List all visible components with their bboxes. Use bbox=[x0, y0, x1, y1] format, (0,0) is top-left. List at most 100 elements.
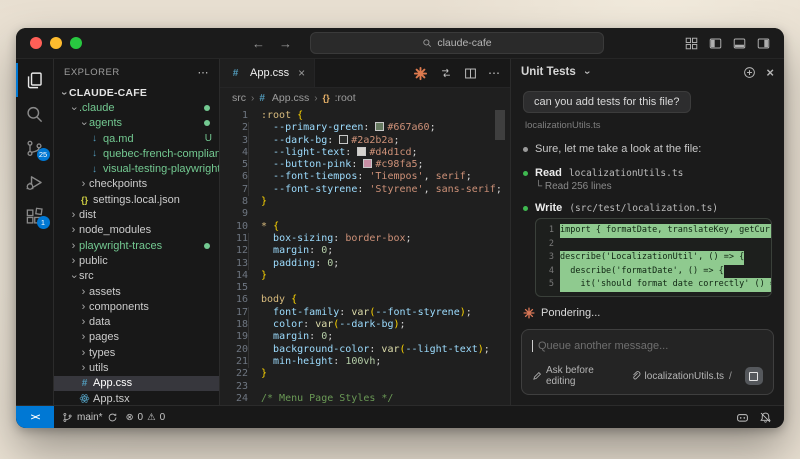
tree-item-visual-testing-playwright-[interactable]: ↓visual-testing-playwright...U bbox=[54, 161, 219, 176]
text-caret bbox=[532, 340, 533, 352]
minimize-window-button[interactable] bbox=[50, 37, 62, 49]
tree-item-src[interactable]: › src bbox=[54, 269, 219, 284]
editor-more-actions-icon[interactable]: ⋯ bbox=[488, 66, 500, 80]
tree-item-public[interactable]: › public bbox=[54, 253, 219, 268]
edit-mode-selector[interactable]: Ask before editing bbox=[532, 365, 618, 387]
line-content: } bbox=[261, 368, 268, 380]
toggle-secondary-sidebar-icon[interactable] bbox=[757, 37, 770, 50]
stop-button[interactable] bbox=[744, 367, 763, 385]
tree-item-qa-md[interactable]: ↓ qa.md U bbox=[54, 131, 219, 146]
explorer-more-actions-icon[interactable]: ⋯ bbox=[198, 66, 210, 79]
activity-run-debug[interactable] bbox=[16, 165, 54, 199]
diff-code-block[interactable]: 1 import { formatDate, translateKey, getC… bbox=[535, 218, 772, 297]
copilot-icon[interactable] bbox=[736, 411, 749, 424]
sync-icon[interactable] bbox=[107, 412, 118, 423]
breadcrumb-file[interactable]: App.css bbox=[272, 92, 309, 104]
zoom-window-button[interactable] bbox=[70, 37, 82, 49]
branch-status[interactable]: main* bbox=[62, 412, 118, 423]
tab-app-css[interactable]: # App.css × bbox=[220, 59, 316, 87]
color-swatch[interactable] bbox=[357, 146, 367, 156]
close-panel-icon[interactable]: × bbox=[766, 65, 774, 80]
slash-command-hint[interactable]: / bbox=[729, 371, 732, 382]
tree-item-dist[interactable]: › dist bbox=[54, 207, 219, 222]
tab-close-icon[interactable]: × bbox=[298, 66, 305, 80]
tree-item-pages[interactable]: › pages bbox=[54, 330, 219, 345]
chevron-right-icon: › bbox=[71, 209, 76, 222]
color-swatch[interactable] bbox=[363, 159, 373, 169]
split-editor-icon[interactable] bbox=[464, 67, 477, 80]
traffic-lights bbox=[16, 37, 82, 49]
run-debug-icon bbox=[26, 175, 42, 190]
code-line-2: 2 --primary-green: #667a60; bbox=[220, 122, 510, 134]
tree-item-types[interactable]: › types bbox=[54, 345, 219, 360]
activity-search[interactable] bbox=[16, 97, 54, 131]
code-line-16: 16 body { bbox=[220, 294, 510, 306]
tree-item-label: settings.local.json bbox=[93, 193, 180, 206]
line-content: body { bbox=[261, 294, 298, 306]
code-editor[interactable]: 1:root {2 --primary-green: #667a60; 3 --d… bbox=[220, 108, 510, 405]
tree-item-app-css[interactable]: # App.css bbox=[54, 375, 219, 391]
line-content: --primary-green: #667a60; bbox=[248, 122, 436, 134]
code-line-7: 7 --font-styrene: 'Styrene', sans-serif; bbox=[220, 184, 510, 196]
tree-item-quebec-french-complian-[interactable]: ↓quebec-french-complian...U bbox=[54, 146, 219, 161]
tool-read-file[interactable]: localizationUtils.ts bbox=[569, 168, 683, 179]
line-number: 24 bbox=[235, 392, 248, 404]
css-rule-symbol-icon: {} bbox=[322, 93, 330, 103]
customize-layout-icon[interactable] bbox=[685, 37, 698, 50]
breadcrumb-src[interactable]: src bbox=[232, 92, 246, 104]
line-content: --button-pink: #c98fa5; bbox=[248, 159, 424, 171]
breadcrumb-symbol[interactable]: :root bbox=[335, 92, 356, 104]
line-content: } bbox=[261, 269, 268, 281]
diff-line-text: describe('formatDate', () => { bbox=[560, 264, 724, 278]
line-number: 14 bbox=[235, 269, 248, 281]
color-swatch[interactable] bbox=[375, 122, 385, 132]
tree-item-settings-local-json[interactable]: {} settings.local.json bbox=[54, 192, 219, 207]
tree-item-components[interactable]: › components bbox=[54, 299, 219, 314]
tree-item-assets[interactable]: › assets bbox=[54, 284, 219, 299]
tree-item-label: dist bbox=[79, 209, 97, 222]
activity-explorer[interactable] bbox=[16, 63, 54, 97]
line-number: 23 bbox=[235, 380, 248, 392]
close-window-button[interactable] bbox=[30, 37, 42, 49]
editor-scrollbar[interactable] bbox=[495, 110, 505, 140]
color-swatch[interactable] bbox=[339, 134, 349, 144]
navigate-forward-button[interactable]: → bbox=[279, 36, 292, 51]
tree-item-checkpoints[interactable]: › checkpoints bbox=[54, 177, 219, 192]
tree-item-label: playwright-traces bbox=[79, 239, 163, 252]
chevron-down-icon: › bbox=[68, 106, 81, 111]
chevron-right-icon: › bbox=[71, 254, 76, 267]
toggle-primary-sidebar-icon[interactable] bbox=[709, 37, 722, 50]
tree-item--claude[interactable]: › .claude bbox=[54, 100, 219, 115]
tree-item-agents[interactable]: › agents bbox=[54, 116, 219, 131]
workspace-name: claude-cafe bbox=[437, 37, 492, 49]
tree-item-data[interactable]: › data bbox=[54, 314, 219, 329]
chat-input-box[interactable]: Ask before editing localizationUtils.ts … bbox=[521, 329, 774, 395]
diff-line-5: 5 it('should format date correctly' () =… bbox=[536, 278, 771, 292]
tree-item-label: .claude bbox=[79, 101, 115, 114]
activity-source-control[interactable]: 25 bbox=[16, 131, 54, 165]
tool-write-path[interactable]: (src/test/localization.ts) bbox=[569, 203, 718, 214]
error-count: 0 bbox=[137, 411, 144, 423]
tree-item-utils[interactable]: › utils bbox=[54, 360, 219, 375]
line-number: 9 bbox=[241, 208, 248, 220]
chevron-down-icon[interactable]: › bbox=[581, 67, 593, 78]
attachment-chip[interactable]: localizationUtils.ts bbox=[631, 371, 724, 382]
tree-item-node-modules[interactable]: › node_modules bbox=[54, 223, 219, 238]
new-chat-icon[interactable] bbox=[743, 66, 756, 79]
line-number: 17 bbox=[235, 306, 248, 318]
open-changes-icon[interactable] bbox=[439, 66, 453, 80]
chat-message-input[interactable] bbox=[536, 339, 763, 353]
activity-extensions[interactable]: 1 bbox=[16, 199, 54, 233]
problems-status[interactable]: ⊗ 0 ⚠ 0 bbox=[126, 412, 166, 423]
remote-indicator[interactable]: >< bbox=[16, 406, 54, 428]
code-line-23: 23 bbox=[220, 381, 510, 393]
toggle-panel-icon[interactable] bbox=[733, 37, 746, 50]
tree-item-claude-cafe[interactable]: › CLAUDE-CAFE bbox=[54, 85, 219, 100]
tree-item-app-tsx[interactable]: App.tsx bbox=[54, 391, 219, 405]
navigate-back-button[interactable]: ← bbox=[252, 36, 265, 51]
command-center-search[interactable]: claude-cafe bbox=[310, 32, 604, 54]
tree-item-playwright-traces[interactable]: › playwright-traces bbox=[54, 238, 219, 253]
claude-starburst-icon[interactable] bbox=[413, 66, 428, 81]
notifications-muted-icon[interactable] bbox=[759, 411, 772, 424]
tree-item-label: src bbox=[79, 270, 94, 283]
